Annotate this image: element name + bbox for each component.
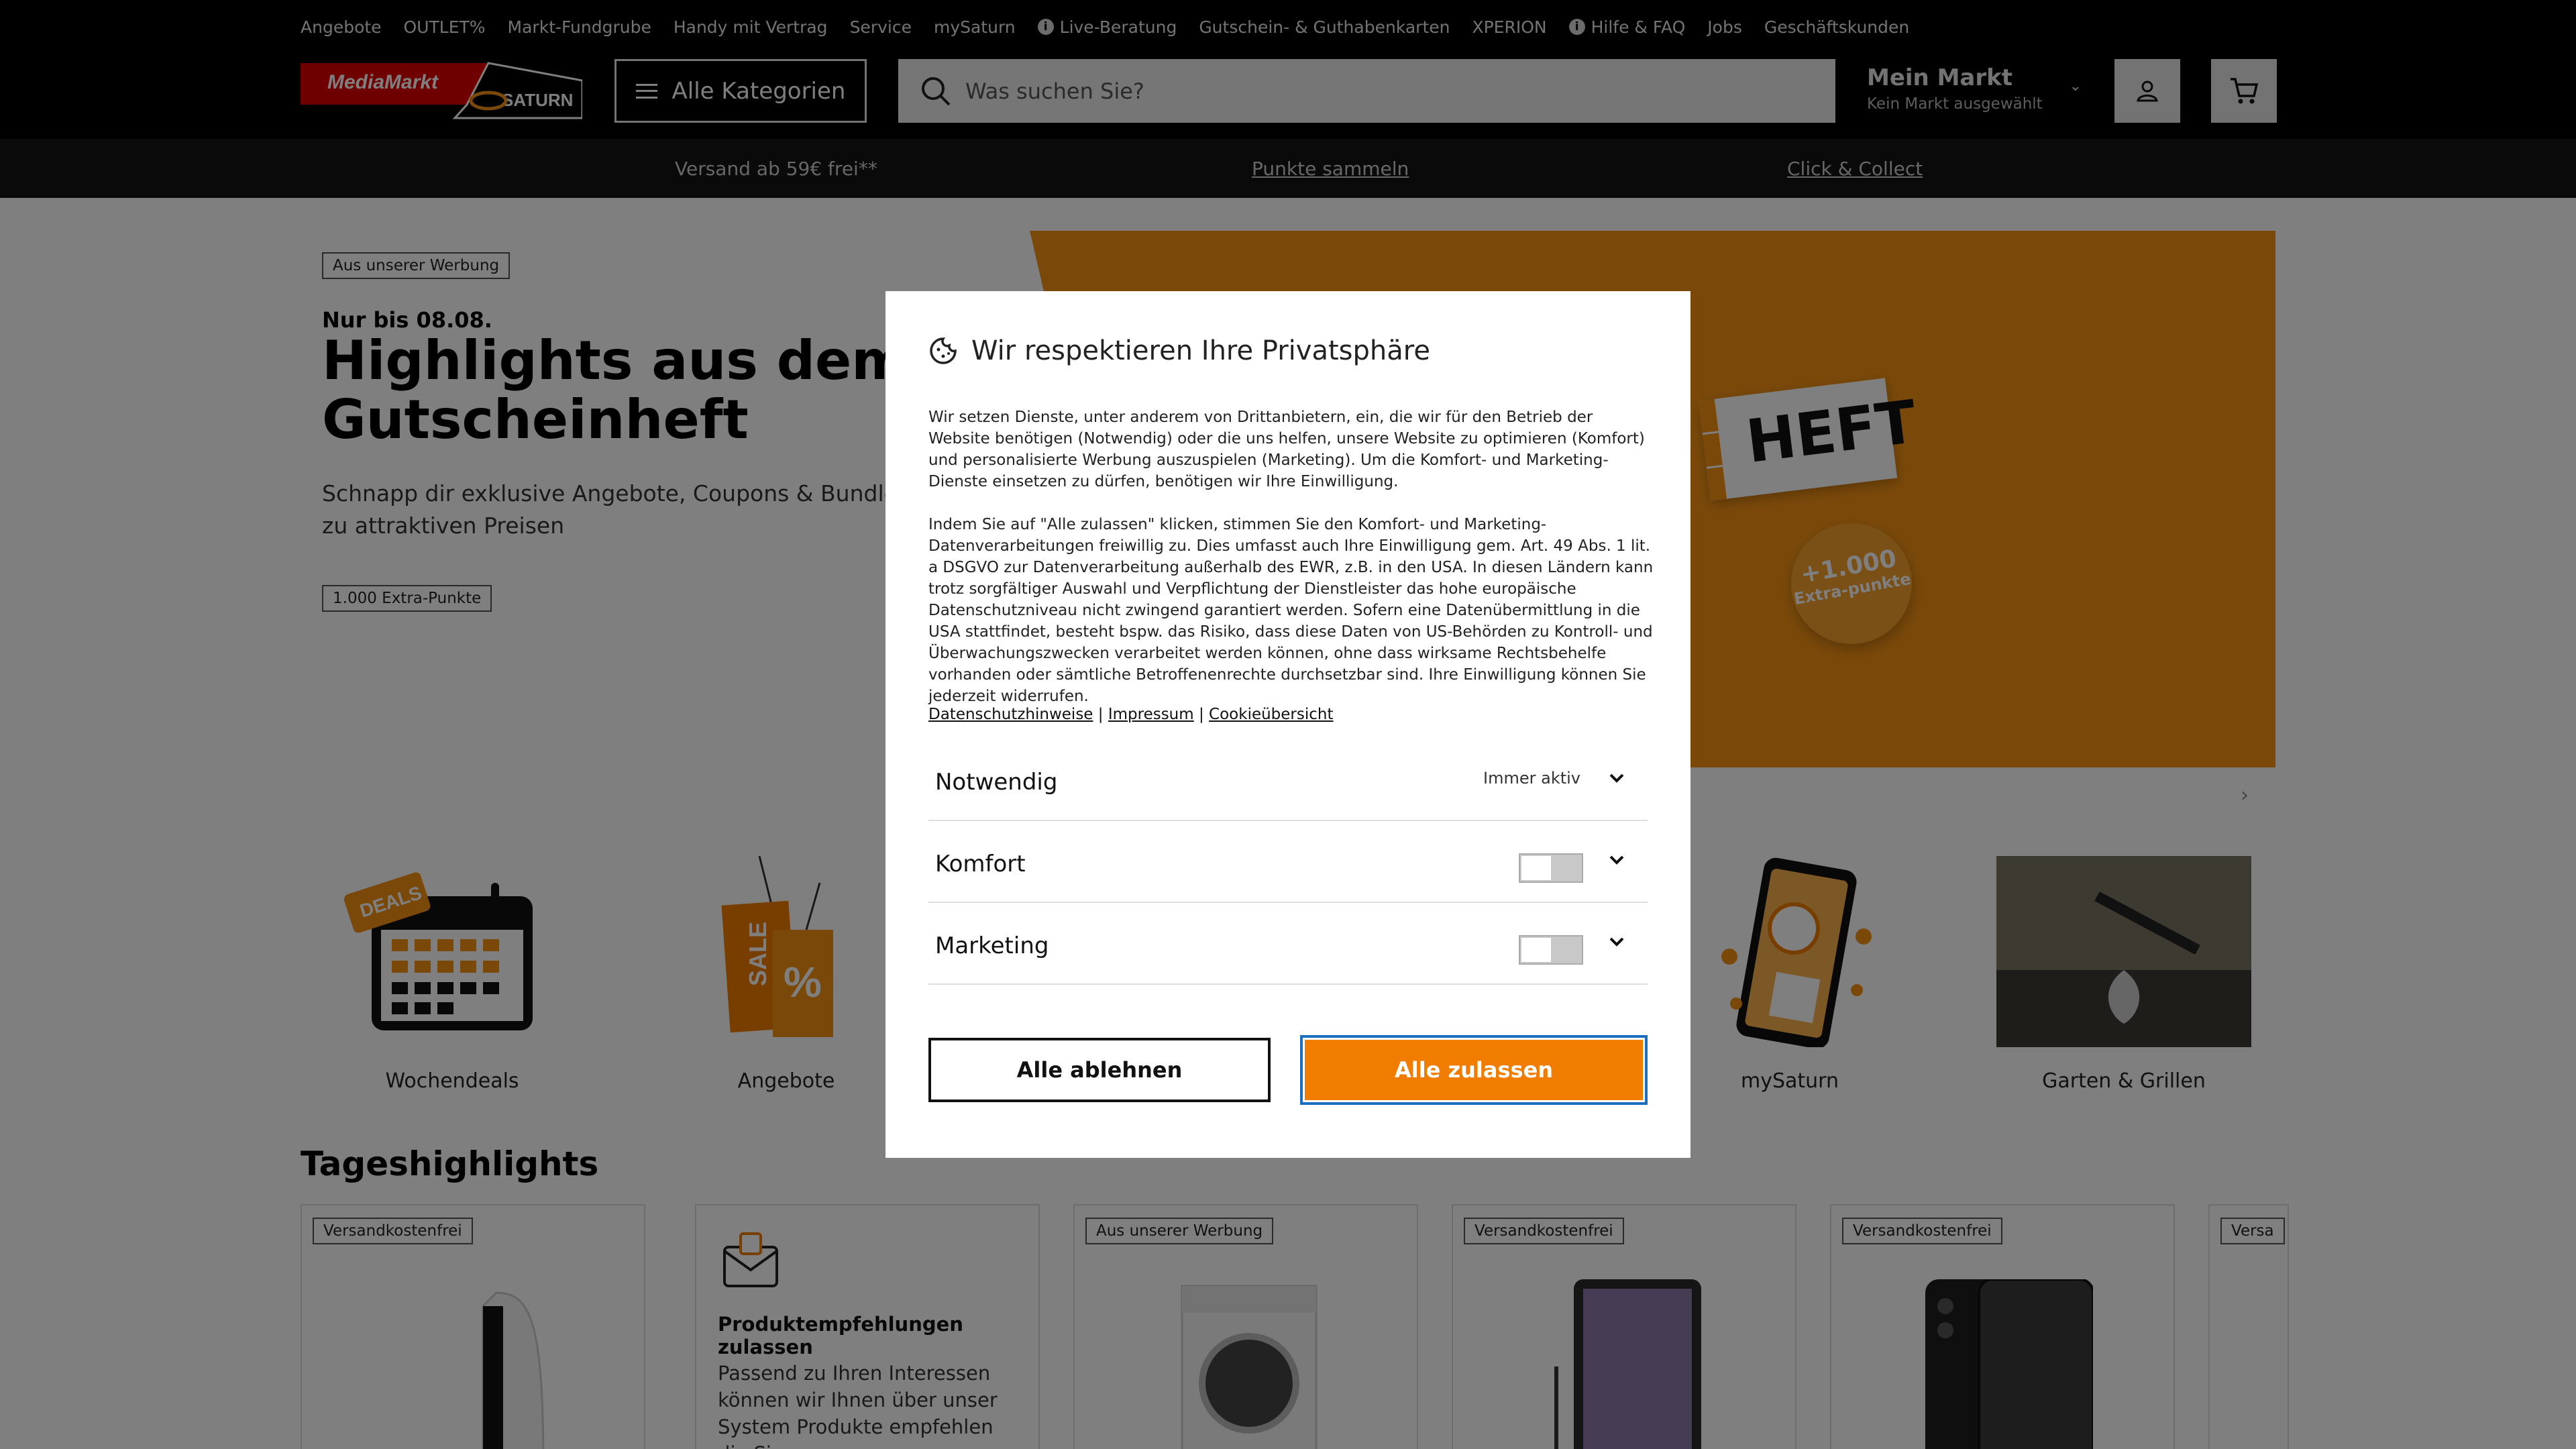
cookie-consent-dialog: Wir respektieren Ihre Privatsphäre Wir s… xyxy=(885,291,1690,1158)
reject-all-button[interactable]: Alle ablehnen xyxy=(928,1038,1271,1102)
dialog-body: Wir setzen Dienste, unter anderem von Dr… xyxy=(928,407,1654,729)
chevron-down-icon[interactable] xyxy=(1605,848,1629,872)
dialog-paragraph-2: Indem Sie auf "Alle zulassen" klicken, s… xyxy=(928,516,1654,705)
link-separator: | xyxy=(1097,706,1104,723)
legal-links: Datenschutzhinweise | Impressum | Cookie… xyxy=(928,706,1334,723)
privacy-link[interactable]: Datenschutzhinweise xyxy=(928,706,1093,723)
marketing-toggle[interactable] xyxy=(1519,935,1583,965)
consent-row-necessary[interactable]: Notwendig Immer aktiv xyxy=(928,739,1648,821)
cookie-overview-link[interactable]: Cookieübersicht xyxy=(1209,706,1333,723)
dialog-header: Wir respektieren Ihre Privatsphäre xyxy=(928,335,1430,366)
dialog-paragraph-1: Wir setzen Dienste, unter anderem von Dr… xyxy=(928,409,1645,490)
consent-row-label: Notwendig xyxy=(935,769,1058,796)
dialog-title: Wir respektieren Ihre Privatsphäre xyxy=(971,335,1430,366)
chevron-down-icon[interactable] xyxy=(1605,930,1629,954)
always-active-label: Immer aktiv xyxy=(1483,769,1580,788)
link-separator: | xyxy=(1198,706,1204,723)
consent-row-marketing[interactable]: Marketing xyxy=(928,903,1648,985)
consent-row-label: Komfort xyxy=(935,851,1026,877)
cookie-icon xyxy=(930,337,957,364)
consent-row-label: Marketing xyxy=(935,932,1049,959)
accept-all-button[interactable]: Alle zulassen xyxy=(1300,1035,1648,1105)
chevron-down-icon[interactable] xyxy=(1605,766,1629,790)
consent-row-comfort[interactable]: Komfort xyxy=(928,821,1648,903)
imprint-link[interactable]: Impressum xyxy=(1108,706,1194,723)
comfort-toggle[interactable] xyxy=(1519,853,1583,883)
